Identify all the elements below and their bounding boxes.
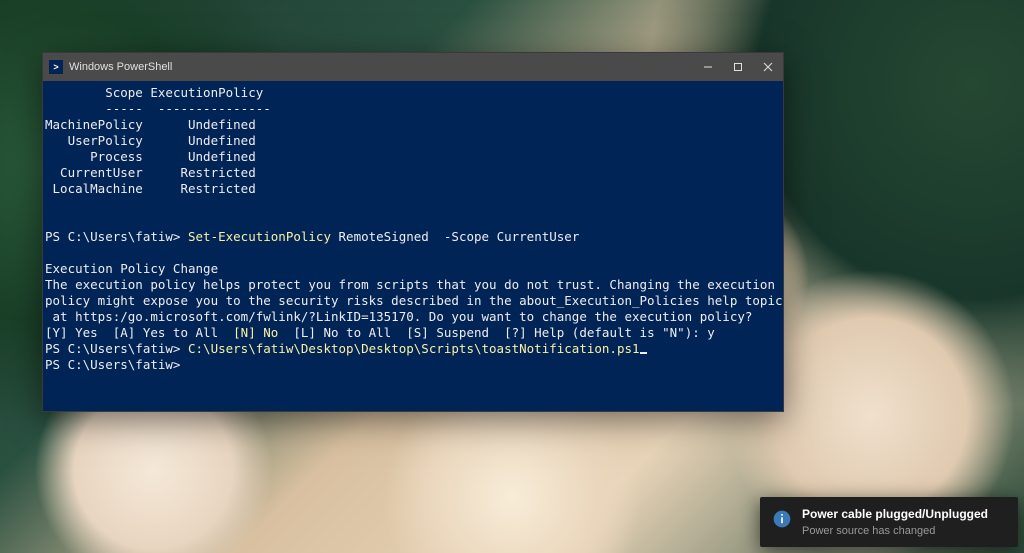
policy-change-body: The execution policy helps protect you f…: [45, 277, 775, 292]
minimize-button[interactable]: [693, 53, 723, 81]
close-button[interactable]: [753, 53, 783, 81]
toast-body: Power cable plugged/Unplugged Power sour…: [802, 507, 1006, 537]
terminal-output[interactable]: Scope ExecutionPolicy ----- ------------…: [43, 81, 783, 411]
powershell-icon: >: [49, 60, 63, 74]
col-header-rule: ----- ---------------: [45, 101, 271, 116]
table-row: Process Undefined: [45, 149, 256, 164]
info-icon: [772, 509, 792, 529]
window-title: Windows PowerShell: [69, 61, 693, 73]
table-row: LocalMachine Restricted: [45, 181, 256, 196]
maximize-button[interactable]: [723, 53, 753, 81]
toast-notification[interactable]: Power cable plugged/Unplugged Power sour…: [760, 497, 1018, 547]
col-header-scope: Scope: [45, 85, 143, 100]
table-row: UserPolicy Undefined: [45, 133, 256, 148]
policy-choices: [Y] Yes [A] Yes to All [N] No [L] No to …: [45, 325, 715, 340]
prompt-line-2: PS C:\Users\fatiw> C:\Users\fatiw\Deskto…: [45, 341, 640, 356]
prompt-line-1: PS C:\Users\fatiw> Set-ExecutionPolicy R…: [45, 229, 579, 244]
powershell-window: > Windows PowerShell Scope ExecutionPoli…: [42, 52, 784, 412]
toast-message: Power source has changed: [802, 525, 1006, 537]
policy-change-body: policy might expose you to the security …: [45, 293, 783, 308]
window-controls: [693, 53, 783, 81]
toast-title: Power cable plugged/Unplugged: [802, 507, 1006, 523]
window-titlebar[interactable]: > Windows PowerShell: [43, 53, 783, 81]
prompt-line-3: PS C:\Users\fatiw>: [45, 357, 180, 372]
table-row: MachinePolicy Undefined: [45, 117, 256, 132]
policy-change-heading: Execution Policy Change: [45, 261, 218, 276]
table-row: CurrentUser Restricted: [45, 165, 256, 180]
col-header-policy: ExecutionPolicy: [143, 85, 263, 100]
terminal-cursor: [640, 352, 647, 354]
policy-change-body: at https:/go.microsoft.com/fwlink/?LinkI…: [45, 309, 752, 324]
